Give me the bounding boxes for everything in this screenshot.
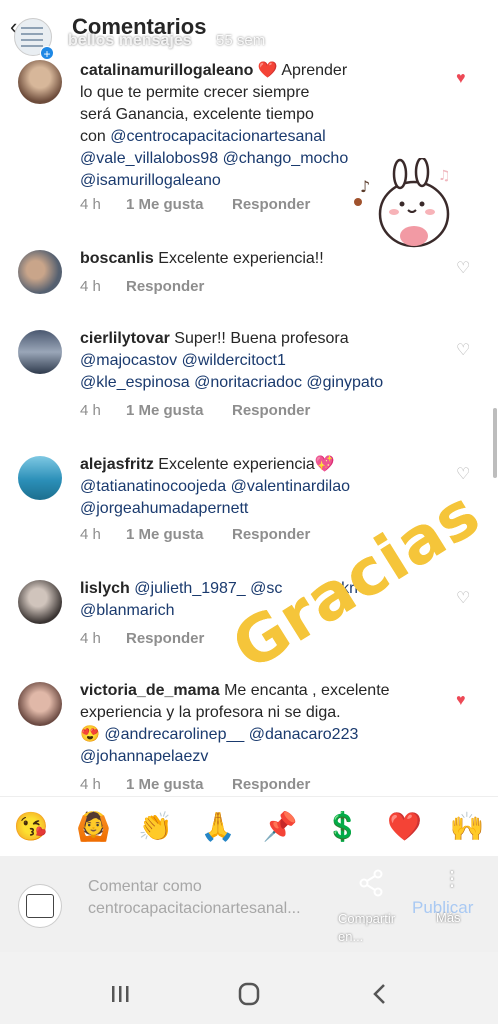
mention-link[interactable]: @danacaro223 xyxy=(249,726,359,743)
mention-link[interactable]: @majocastov xyxy=(80,352,177,369)
svg-text:♫: ♫ xyxy=(438,168,451,184)
svg-text:♪: ♪ xyxy=(360,177,370,196)
emoji-quick-bar: 😘 🙆 👏 🙏 📌 💲 ❤️ 🙌 xyxy=(0,796,498,856)
comment-username[interactable]: boscanlis xyxy=(80,250,154,267)
comment-text: boscanlis Excelente experiencia!! xyxy=(80,248,450,270)
avatar[interactable] xyxy=(18,682,62,726)
like-count[interactable]: 1 Me gusta xyxy=(126,196,232,213)
comment-text: cierlilytovar Super!! Buena profesora @m… xyxy=(80,328,450,394)
reply-button[interactable]: Responder xyxy=(232,776,310,793)
mention-link[interactable]: @johannapelaezv xyxy=(80,748,208,765)
emoji-heart-icon[interactable]: ❤️ xyxy=(383,810,427,843)
heart-outline-icon[interactable]: ♡ xyxy=(456,340,470,360)
comment-username[interactable]: cierlilytovar xyxy=(80,330,170,347)
heart-filled-icon[interactable]: ♥ xyxy=(456,70,466,88)
comment-body: Excelente experiencia💖 xyxy=(158,456,335,473)
scrollbar[interactable] xyxy=(493,408,497,478)
comment-text: victoria_de_mama Me encanta , excelente … xyxy=(80,680,450,768)
avatar[interactable] xyxy=(18,580,62,624)
comment-meta: 4 h 1 Me gusta Responder xyxy=(80,402,310,419)
add-story-icon[interactable]: + xyxy=(40,46,54,61)
emoji-clap-icon[interactable]: 👏 xyxy=(134,810,178,843)
reply-button[interactable]: Responder xyxy=(232,526,310,543)
comment-body: Excelente experiencia!! xyxy=(158,250,324,267)
like-count[interactable]: 1 Me gusta xyxy=(126,776,232,793)
mention-link[interactable]: @andrecarolinep__ xyxy=(104,726,244,743)
mention-link[interactable]: @jorgeahumadapernett xyxy=(80,500,248,517)
share-icon[interactable] xyxy=(356,868,386,898)
comment-username[interactable]: lislych xyxy=(80,580,130,597)
emoji-dollar-icon[interactable]: 💲 xyxy=(320,810,364,843)
bunny-sticker: ♪ ♫ xyxy=(354,158,451,248)
comments-header: ‹ + Comentarios bellos mensajes 55 sem xyxy=(0,0,498,61)
comment-time: 4 h xyxy=(80,526,101,543)
mention-link[interactable]: @valentinardilao xyxy=(231,478,350,495)
comment-body: con xyxy=(80,128,111,145)
comment-time: 4 h xyxy=(80,402,101,419)
story-username: bellos mensajes xyxy=(68,32,192,49)
reply-button[interactable]: Responder xyxy=(232,196,310,213)
comment-meta: 4 h 1 Me gusta Responder xyxy=(80,776,310,793)
comment-time: 4 h xyxy=(80,196,101,213)
mention-link[interactable]: @wildercitoct1 xyxy=(182,352,286,369)
emoji-pushpin-icon[interactable]: 📌 xyxy=(258,810,302,843)
mention-link[interactable]: @kle_espinosa xyxy=(80,374,190,391)
emoji-woman-gesturing-icon[interactable]: 🙆 xyxy=(71,810,115,843)
comment-body: Me encanta , excelente xyxy=(224,682,390,699)
comment-meta: 4 h Responder xyxy=(80,630,204,647)
reply-button[interactable]: Responder xyxy=(126,278,204,295)
mention-link[interactable]: @tatianatinocoojeda xyxy=(80,478,226,495)
heart-outline-icon[interactable]: ♡ xyxy=(456,588,470,608)
like-count[interactable]: 1 Me gusta xyxy=(126,526,232,543)
system-nav-bar xyxy=(0,952,498,1024)
comment-meta: 4 h 1 Me gusta Responder xyxy=(80,196,310,213)
emoji-icon: 😍 xyxy=(80,726,100,743)
mention-link[interactable]: @blanmarich xyxy=(80,602,175,619)
more-options-icon[interactable]: ⋮ xyxy=(442,866,462,891)
comment-body: será Ganancia, excelente tiempo xyxy=(80,106,314,123)
share-label[interactable]: Compartir en... xyxy=(338,910,408,946)
heart-outline-icon[interactable]: ♡ xyxy=(456,464,470,484)
mention-link[interactable]: @vale_villalobos98 xyxy=(80,150,218,167)
comment-body: experiencia y la profesora ni se diga. xyxy=(80,704,341,721)
mention-link[interactable]: @julieth_1987_ xyxy=(134,580,245,597)
comment-time: 4 h xyxy=(80,278,101,295)
comment-input[interactable]: Comentar como centrocapacitacionartesana… xyxy=(88,876,348,920)
reply-button[interactable]: Responder xyxy=(232,402,310,419)
home-icon[interactable] xyxy=(231,980,267,1008)
emoji-pray-icon[interactable]: 🙏 xyxy=(196,810,240,843)
comment-body: lo que te permite crecer siempre xyxy=(80,84,310,101)
mention-link[interactable]: @noritacriadoc xyxy=(194,374,302,391)
comment-meta: 4 h Responder xyxy=(80,278,204,295)
mention-link[interactable]: @centrocapacitacionartesanal xyxy=(110,128,325,145)
emoji-kiss-icon[interactable]: 😘 xyxy=(9,810,53,843)
like-count[interactable]: 1 Me gusta xyxy=(126,402,232,419)
comment-time: 4 h xyxy=(80,776,101,793)
comment-body: Super!! Buena profesora xyxy=(174,330,349,347)
emoji-raised-hands-icon[interactable]: 🙌 xyxy=(445,810,489,843)
heart-filled-icon[interactable]: ♥ xyxy=(456,692,466,710)
comment-composer: Comentar como centrocapacitacionartesana… xyxy=(0,856,498,952)
recent-apps-icon[interactable] xyxy=(102,980,138,1008)
back-icon[interactable] xyxy=(362,980,398,1008)
comment-username[interactable]: victoria_de_mama xyxy=(80,682,220,699)
comment-body: ❤️ Aprender xyxy=(257,62,348,79)
comment-username[interactable]: alejasfritz xyxy=(80,456,154,473)
more-label[interactable]: Más xyxy=(436,910,461,925)
avatar[interactable] xyxy=(18,330,62,374)
mention-link[interactable]: @chango_mocho xyxy=(223,150,349,167)
reply-button[interactable]: Responder xyxy=(126,630,204,647)
comment-meta: 4 h 1 Me gusta Responder xyxy=(80,526,310,543)
avatar[interactable] xyxy=(18,456,62,500)
comment-time: 4 h xyxy=(80,630,101,647)
story-timestamp: 55 sem xyxy=(216,32,266,49)
avatar xyxy=(18,884,62,928)
avatar[interactable] xyxy=(18,60,62,104)
mention-link[interactable]: @ginypato xyxy=(306,374,383,391)
mention-link[interactable]: @isamurillogaleano xyxy=(80,172,221,189)
comment-username[interactable]: catalinamurillogaleano xyxy=(80,62,253,79)
heart-outline-icon[interactable]: ♡ xyxy=(456,258,470,278)
avatar[interactable] xyxy=(18,250,62,294)
